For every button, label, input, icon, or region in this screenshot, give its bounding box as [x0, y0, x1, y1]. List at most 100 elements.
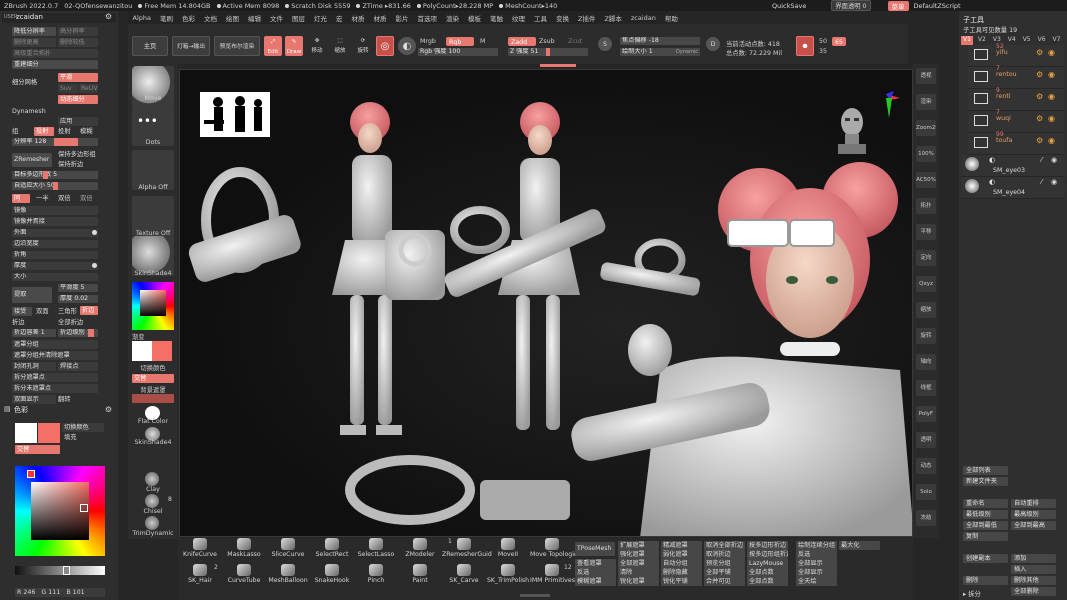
folder-gear-icon[interactable]: ⚙: [1036, 114, 1043, 123]
menu-item[interactable]: 首选项: [413, 13, 442, 23]
subtool-folder[interactable]: 7 wuqi ⚙ ◉: [968, 109, 1064, 133]
target-poly-slider[interactable]: 目标多边形数 5: [12, 171, 98, 179]
smooth-button[interactable]: 平滑: [58, 73, 98, 82]
bpr-preview-button[interactable]: 预览布尔渲染: [214, 36, 260, 56]
m-label[interactable]: M: [480, 38, 485, 45]
move-button[interactable]: ✥ 移动: [308, 36, 326, 56]
subtool-action-button[interactable]: 删除其他: [1011, 576, 1056, 585]
menu-item[interactable]: Z脚本: [600, 13, 626, 23]
subtool-folder[interactable]: 7 rentou ⚙ ◉: [968, 65, 1064, 89]
menu-item[interactable]: 材质: [347, 13, 369, 23]
visibility-tab[interactable]: V5: [1021, 36, 1033, 45]
subtool-action-button[interactable]: 添加: [1011, 554, 1056, 563]
folder-eye-icon[interactable]: ◉: [1048, 92, 1055, 101]
bottom-action-button[interactable]: 全天绘: [796, 577, 837, 586]
clay-brush-thumb[interactable]: [145, 472, 159, 486]
split-mask-button[interactable]: 拆分遮罩点: [12, 373, 98, 382]
right-tool-1[interactable]: 渲染: [916, 94, 936, 110]
thick-slider[interactable]: 厚度: [12, 262, 98, 270]
mirror-weld-button[interactable]: 镜像并焉接: [12, 217, 98, 226]
shelf-color-picker[interactable]: [132, 282, 174, 330]
rgb-strength-slider[interactable]: Rgb 强度 100: [418, 48, 498, 56]
menu-item[interactable]: 编辑: [243, 13, 265, 23]
menu-item[interactable]: 文件: [265, 13, 287, 23]
menu-item[interactable]: 笔触: [485, 13, 507, 23]
trim-brush-thumb[interactable]: [145, 516, 159, 530]
menu-item[interactable]: 纹理: [507, 13, 529, 23]
brush-item[interactable]: ZModeler: [398, 538, 442, 558]
brush-item[interactable]: Paint: [398, 564, 442, 584]
bottom-action-button[interactable]: 弱化遮罩: [661, 550, 702, 559]
shelf-red-bar[interactable]: [132, 394, 174, 403]
brush-item[interactable]: MoveII: [486, 538, 530, 558]
bottom-action-button[interactable]: TPoseMesh: [575, 542, 615, 556]
brush-item[interactable]: CurveTube: [222, 564, 266, 584]
folder-eye-icon[interactable]: ◉: [1048, 48, 1055, 57]
bottom-action-button[interactable]: 最大化: [839, 541, 880, 550]
visibility-tab[interactable]: V7: [1051, 36, 1063, 45]
bottom-action-button[interactable]: 取消折边: [704, 550, 745, 559]
color-picker[interactable]: [15, 466, 105, 556]
bottom-action-button[interactable]: 全部点数: [747, 568, 788, 577]
outer-slider[interactable]: 外面: [12, 229, 98, 237]
switch-color-button[interactable]: 切换颜色: [62, 423, 104, 432]
top-scroll-indicator[interactable]: [540, 64, 576, 67]
project-button[interactable]: 投射: [34, 127, 54, 136]
mesh-brush-icon[interactable]: ⁄: [1041, 178, 1042, 186]
smooth-val-slider[interactable]: 平滑度 5: [58, 284, 98, 292]
bottom-action-button[interactable]: 全部显示: [796, 559, 837, 568]
mirror-button[interactable]: 镜像: [12, 206, 98, 215]
right-tool-8[interactable]: Qxyz: [916, 276, 936, 292]
right-tool-14[interactable]: 透明: [916, 432, 936, 448]
edit-button[interactable]: ⤢ Edit: [264, 36, 282, 56]
rebuild-subdiv-button[interactable]: 重建细分: [12, 60, 98, 69]
adaptive-size-slider[interactable]: 自适应大小 50: [12, 182, 98, 190]
crease-level-slider[interactable]: 折边级别 15: [58, 329, 98, 337]
shelf-secondary-swatch[interactable]: [132, 341, 152, 361]
hue-cursor[interactable]: [27, 470, 35, 478]
suv-button[interactable]: Suv: [58, 84, 78, 93]
visibility-tab[interactable]: V4: [1006, 36, 1018, 45]
z-strength-slider[interactable]: Z 强度 51: [508, 48, 588, 56]
split-unmask-button[interactable]: 拆分未遮罩点: [12, 384, 98, 393]
close-holes-button[interactable]: 封闭孔洞: [12, 362, 56, 371]
bottom-action-button[interactable]: 全部点数: [747, 577, 788, 586]
bottom-action-button[interactable]: 全部平铺: [704, 568, 745, 577]
del-lower-button[interactable]: 删除较低: [58, 38, 98, 47]
folder-eye-icon[interactable]: ◉: [1048, 114, 1055, 123]
brush-item[interactable]: Move Topologic: [530, 538, 577, 558]
bottom-action-button[interactable]: LazyMouse: [747, 559, 788, 568]
bottom-action-button[interactable]: 模糊遮罩: [575, 577, 616, 586]
del-higher-button[interactable]: 删除更高: [12, 38, 56, 47]
menu-item[interactable]: zcaidan: [626, 14, 660, 22]
default-zscript[interactable]: DefaultZScript: [914, 2, 961, 10]
extract-button[interactable]: 提取: [12, 287, 52, 303]
bottom-action-button[interactable]: 清除: [618, 568, 659, 577]
num-b[interactable]: 65: [832, 37, 846, 46]
lower-res-button[interactable]: 降低分辨率: [12, 27, 56, 36]
mask-group-button[interactable]: 遮罩分组: [12, 340, 98, 349]
bottom-action-button[interactable]: 绘制连续分组: [796, 541, 837, 550]
zsub-label[interactable]: Zsub: [539, 38, 555, 45]
reuv-button[interactable]: ReUV: [79, 84, 98, 93]
higher-res-button[interactable]: 高分辨率: [58, 27, 98, 36]
folder-gear-icon[interactable]: ⚙: [1036, 48, 1043, 57]
draw-button[interactable]: ✎ Draw: [285, 36, 303, 56]
folder-gear-icon[interactable]: ⚙: [1036, 136, 1043, 145]
bottom-action-button[interactable]: 合并可见: [704, 577, 745, 586]
bottom-action-button[interactable]: 取消全部折边: [704, 541, 745, 550]
right-tool-5[interactable]: 拓扑: [916, 198, 936, 214]
bottom-action-button[interactable]: 按多边形折边: [747, 541, 788, 550]
menu-item[interactable]: Z插件: [573, 13, 599, 23]
double-show-button[interactable]: 双面显示: [12, 395, 56, 404]
stroke-s-icon[interactable]: S: [598, 37, 612, 51]
bottom-action-button[interactable]: 锐化平铺: [661, 577, 702, 586]
right-tool-16[interactable]: Solo: [916, 484, 936, 500]
dynamic-subdiv-button[interactable]: 动态细分: [58, 95, 98, 104]
mesh-brush-icon[interactable]: ⁄: [1041, 156, 1042, 164]
right-tool-2[interactable]: Zoom2D: [916, 120, 936, 136]
subtool-action-button[interactable]: 复制: [963, 532, 1008, 541]
crease-tol-slider[interactable]: 折边容差 1: [12, 329, 56, 337]
bottom-action-button[interactable]: 删除隐藏: [661, 568, 702, 577]
interface-transparency-slider[interactable]: 界面透明 0: [831, 0, 871, 11]
